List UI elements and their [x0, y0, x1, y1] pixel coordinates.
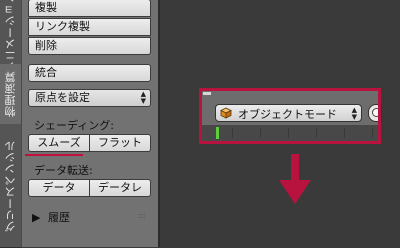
tab-grease-pencil-label: グリースペンシル — [3, 139, 17, 232]
shading-label: シェーディング: — [34, 119, 114, 132]
down-arrow-icon — [279, 154, 311, 204]
delete-button[interactable]: 削除 — [28, 37, 151, 55]
join-button[interactable]: 統合 — [28, 64, 151, 82]
data-layers-button[interactable]: データレ — [90, 179, 151, 197]
duplicate-linked-button[interactable]: リンク複製 — [28, 18, 151, 36]
shading-buttons: スムーズ フラット — [28, 134, 151, 152]
tab-animation-label: アニメーション — [3, 0, 17, 73]
tab-grease-pencil[interactable]: グリースペンシル — [0, 124, 21, 248]
highlight-box — [199, 88, 381, 144]
set-origin-dropdown[interactable]: 原点を設定 ▲ ▼ — [28, 89, 151, 107]
panel-divider — [158, 0, 160, 247]
duplicate-button[interactable]: 複製 — [28, 0, 151, 17]
data-transfer-label: データ転送: — [34, 164, 93, 177]
grip-icon[interactable]: :::: — [138, 211, 146, 220]
tab-physics-label: 物理演算 — [3, 71, 17, 117]
tool-tab-strip: アニメーション 物理演算 グリースペンシル — [0, 0, 23, 248]
flat-button[interactable]: フラット — [90, 134, 151, 152]
tab-physics[interactable]: 物理演算 — [0, 64, 21, 125]
tab-animation[interactable]: アニメーション — [0, 0, 21, 72]
data-transfer-buttons: データ データレ — [28, 179, 151, 197]
dropdown-arrows-icon: ▲ ▼ — [140, 90, 146, 105]
history-label: 履歴 — [47, 211, 70, 224]
history-panel-header[interactable]: ▶ 履歴 — [32, 209, 70, 225]
smooth-button[interactable]: スムーズ — [28, 134, 90, 152]
set-origin-label: 原点を設定 — [35, 91, 90, 104]
highlight-underline — [25, 154, 83, 156]
disclosure-triangle-icon: ▶ — [32, 211, 41, 224]
data-button[interactable]: データ — [28, 179, 90, 197]
